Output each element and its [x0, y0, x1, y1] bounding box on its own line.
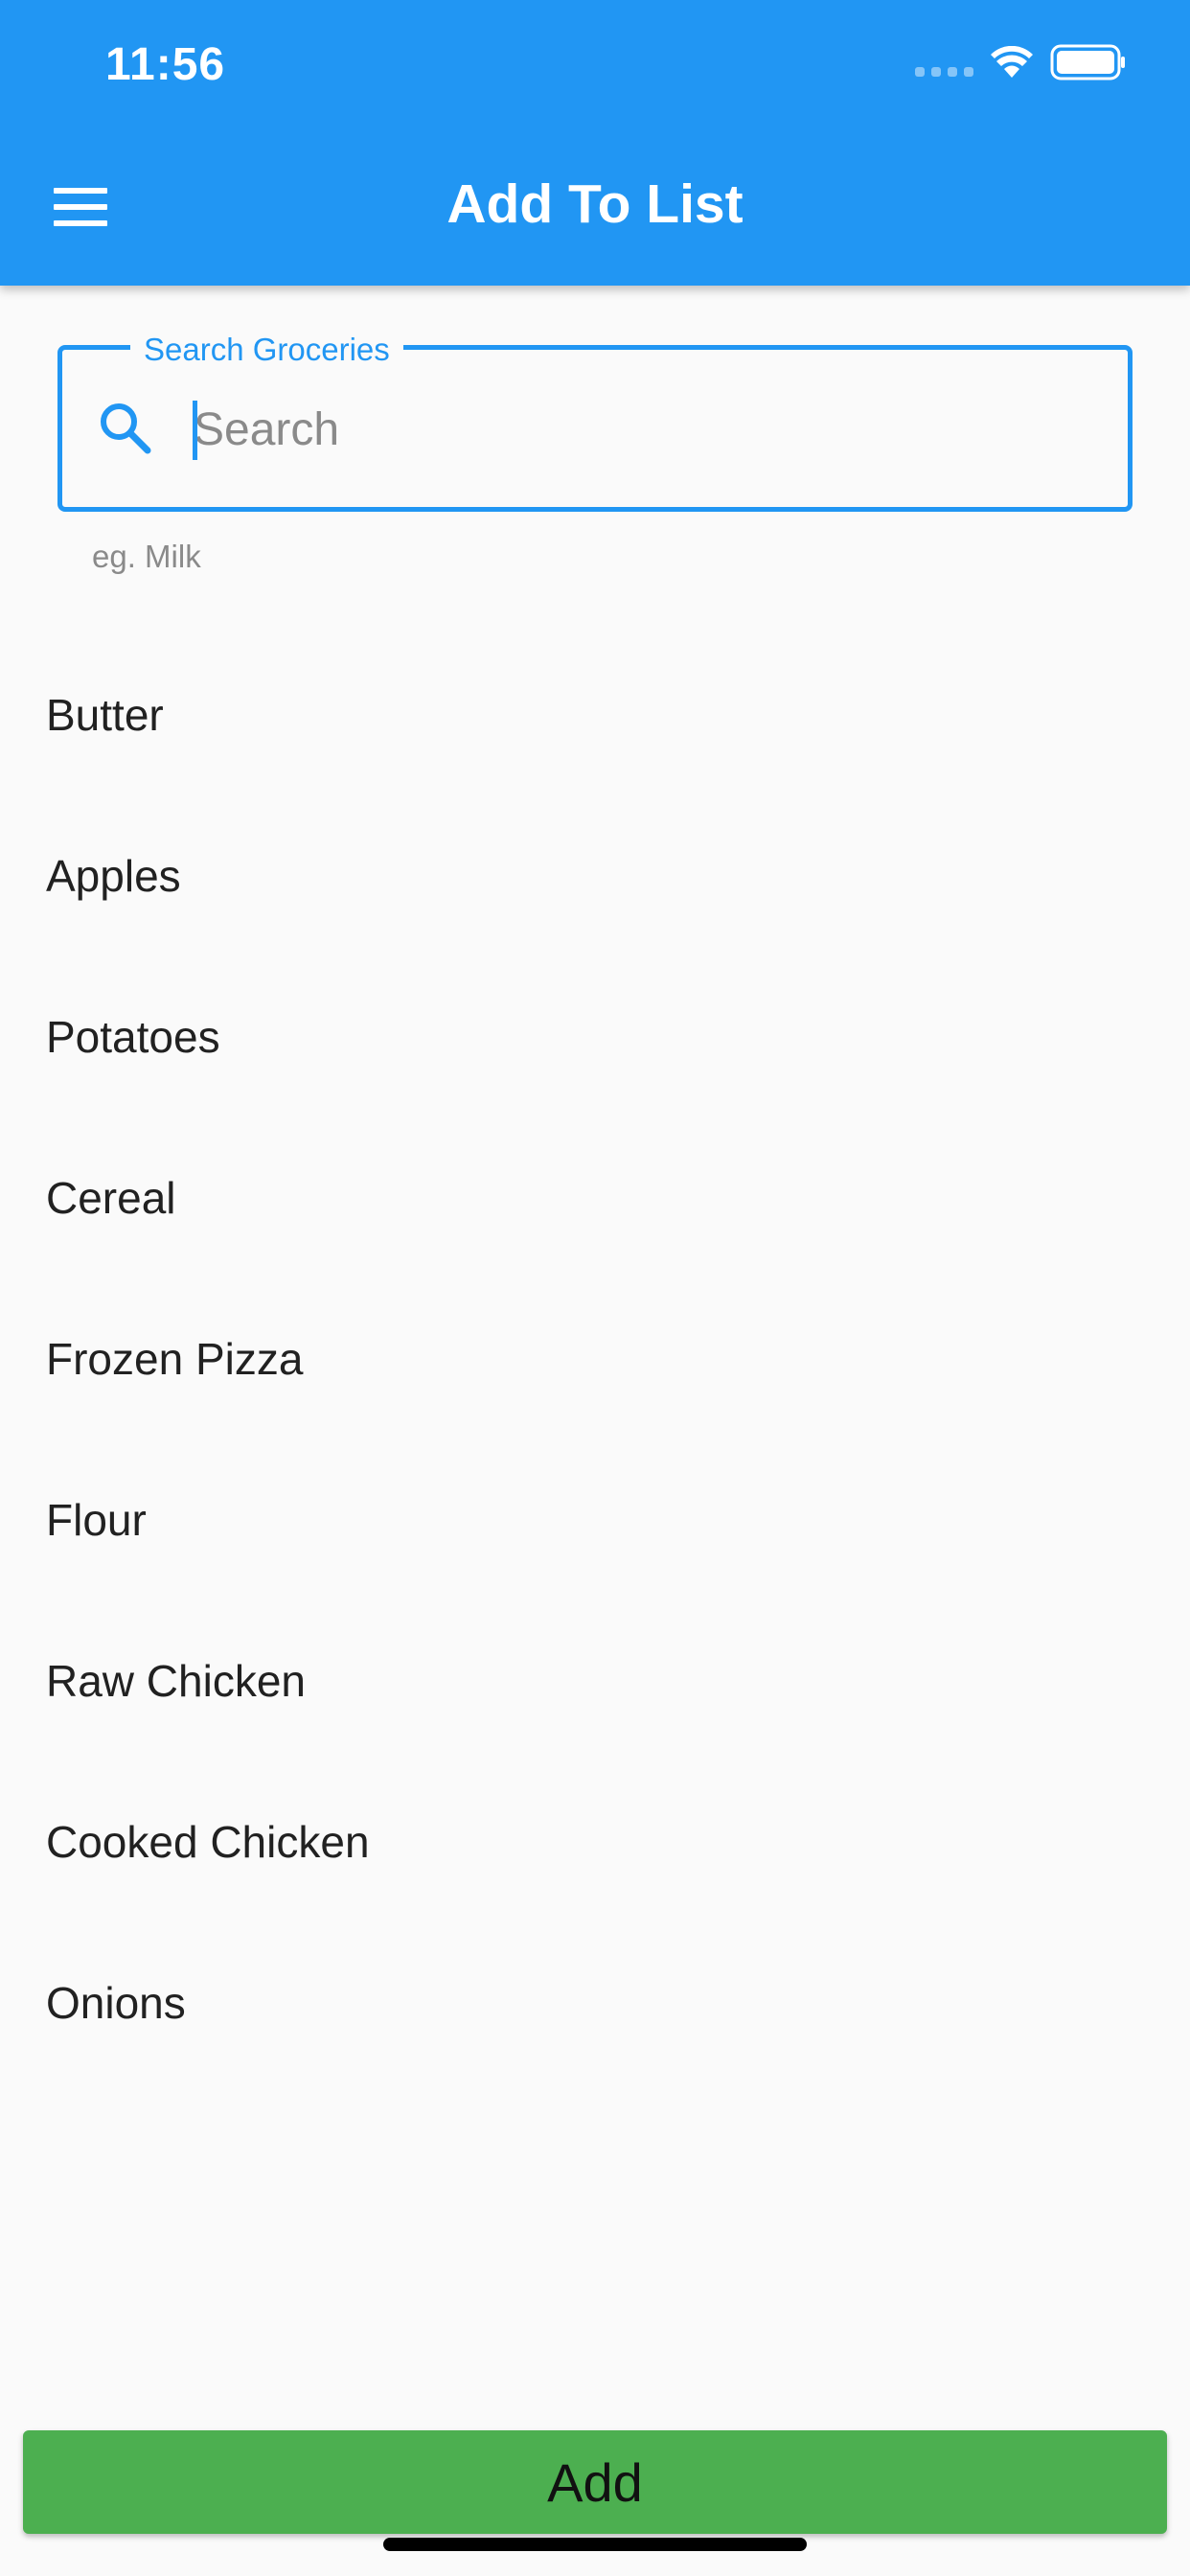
list-item[interactable]: Flour [0, 1439, 1190, 1600]
text-cursor [193, 401, 197, 460]
app-bar: 11:56 Add To List [0, 0, 1190, 286]
search-input[interactable] [194, 393, 1094, 466]
page-title: Add To List [446, 173, 744, 235]
list-item[interactable]: Cereal [0, 1117, 1190, 1278]
status-time: 11:56 [105, 39, 226, 90]
battery-icon [1050, 44, 1125, 80]
list-item[interactable]: Potatoes [0, 956, 1190, 1117]
list-item[interactable]: Onions [0, 1922, 1190, 2083]
list-item[interactable]: Raw Chicken [0, 1600, 1190, 1761]
list-item[interactable]: Apples [0, 795, 1190, 956]
add-button[interactable]: Add [23, 2430, 1167, 2534]
status-icons [915, 44, 1127, 80]
list-item[interactable]: Cooked Chicken [0, 1761, 1190, 1922]
wifi-icon [991, 46, 1033, 78]
search-helper-text: eg. Milk [92, 539, 201, 574]
list-item[interactable]: Frozen Pizza [0, 1278, 1190, 1439]
cellular-signal-icon [915, 67, 973, 77]
home-indicator [383, 2538, 807, 2551]
search-label: Search Groceries [130, 334, 403, 366]
grocery-list: Butter Apples Potatoes Cereal Frozen Piz… [0, 634, 1190, 2083]
search-icon [101, 403, 151, 454]
list-item[interactable]: Butter [0, 634, 1190, 795]
